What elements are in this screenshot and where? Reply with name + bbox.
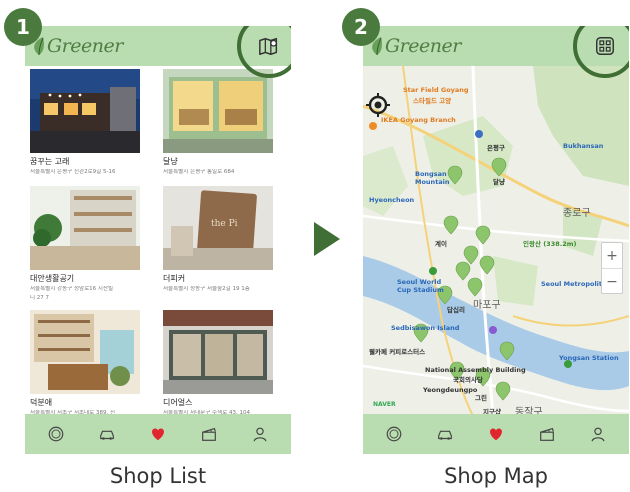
shop-address-overflow: 디 27 7: [30, 295, 50, 301]
top-bar: Greener: [25, 26, 291, 78]
map-label: 종로구: [563, 208, 591, 219]
zoom-control: + −: [601, 242, 623, 294]
shop-grid: 꿈꾸는 고래 서울특별시 은평구 진관2로9길 5-16 달냥 서울특별시 은평…: [25, 66, 291, 416]
map-label: 웰카페 커피로스터스: [369, 348, 426, 356]
map-label: IKEA Goyang Branch: [381, 116, 456, 124]
heart-icon: [490, 428, 502, 441]
nav-car[interactable]: [435, 424, 455, 444]
map-label: Star Field Goyang: [403, 86, 469, 94]
shop-list-screen: Greener 꿈꾸는 고래 서울특별시 은평구 진관2로9길 5-16 달냥 …: [25, 26, 291, 454]
person-icon: [591, 427, 605, 442]
grid-icon: [596, 37, 614, 55]
current-location-button[interactable]: [365, 92, 391, 118]
shop-card[interactable]: 대안생활공기 서울특별시 강동구 성암로16 지산빌 디 27 7: [30, 186, 140, 302]
heart-icon: [152, 428, 164, 441]
map-label: 스타필드 고양: [413, 97, 452, 105]
shop-photo: [163, 69, 273, 153]
svg-text:the Pi: the Pi: [211, 219, 238, 229]
nav-favorites[interactable]: [148, 424, 168, 444]
clapperboard-icon: [539, 427, 554, 441]
logo-text: Greener: [47, 35, 123, 57]
nav-profile[interactable]: [588, 424, 608, 444]
map-label: 인왕산 (338.2m): [523, 240, 577, 248]
map-label: National Assembly Building: [425, 366, 526, 374]
top-bar: Greener: [363, 26, 629, 78]
app-logo[interactable]: Greener: [31, 32, 123, 60]
nav-recycle-coin[interactable]: [384, 424, 404, 444]
nav-recycle-coin[interactable]: [46, 424, 66, 444]
shop-map-screen: Greener Star Field Goyang 스타필드 고양 IKEA G…: [363, 26, 629, 454]
folded-map-pin-icon: [259, 37, 278, 55]
shop-name: 대안생활공기: [30, 274, 75, 283]
map-label: Sedbisawon Island: [391, 324, 460, 332]
person-icon: [253, 427, 267, 442]
car-icon: [100, 430, 115, 440]
shop-photo: [30, 186, 140, 270]
shop-card[interactable]: 달냥 서울특별시 은평구 통일로 684: [163, 69, 273, 176]
map-label: Hyeoncheon: [369, 196, 415, 204]
shop-card[interactable]: 덕분애 서울특별시 서초구 서초대로 389, 진: [30, 310, 140, 417]
shop-name: 달냥: [163, 157, 178, 166]
shop-address: 서울특별시 강동구 성암로16 지산빌: [30, 286, 114, 292]
map-label: 그린: [475, 394, 487, 402]
caption-shop-list: Shop List: [109, 464, 207, 488]
map-label: 마포구: [473, 300, 501, 311]
map-label: Mountain: [415, 178, 450, 186]
map-view[interactable]: Star Field Goyang 스타필드 고양 IKEA Goyang Br…: [363, 66, 629, 416]
shop-photo: [30, 310, 140, 394]
caption-shop-map: Shop Map: [444, 464, 548, 488]
zoom-in-button[interactable]: +: [602, 243, 622, 269]
recycle-coin-icon: [49, 426, 64, 442]
nav-events[interactable]: [537, 424, 557, 444]
logo-text: Greener: [385, 35, 461, 57]
shop-photo: [163, 310, 273, 394]
shop-name: 더피커: [163, 274, 186, 283]
map-label: 은평구: [487, 144, 505, 152]
app-showcase: 1 Greener 꿈꾸는 고래 서울특별시 은평구 진관2로9길 5-16 달…: [0, 0, 630, 492]
map-label: 계이: [435, 240, 447, 248]
shop-card[interactable]: 꿈꾸는 고래 서울특별시 은평구 진관2로9길 5-16: [30, 69, 140, 176]
shop-address: 서울특별시 은평구 통일로 684: [163, 169, 235, 175]
app-logo[interactable]: Greener: [369, 32, 461, 60]
shop-card[interactable]: the Pi 더피커 서울특별시 성동구 서울숲2길 19 1층: [163, 186, 273, 293]
nav-car[interactable]: [97, 424, 117, 444]
flow-arrow: [314, 222, 340, 256]
bottom-nav: [25, 414, 291, 454]
crosshair-icon: [366, 93, 390, 117]
bottom-nav: [363, 414, 629, 454]
shop-address: 서울특별시 성동구 서울숲2길 19 1층: [163, 286, 250, 292]
nav-profile[interactable]: [250, 424, 270, 444]
shop-name: 꿈꾸는 고래: [30, 157, 70, 166]
map-label: 달냥: [493, 178, 505, 186]
shop-name: 디어얼스: [163, 398, 193, 407]
map-label: Yeongdeungpo: [423, 386, 478, 394]
shop-photo: the Pi: [163, 186, 273, 270]
map-label: 답십리: [447, 306, 465, 314]
step-badge-1: 1: [4, 8, 42, 46]
map-label: Seoul World: [397, 278, 442, 286]
shop-name: 덕분애: [30, 398, 53, 407]
recycle-coin-icon: [387, 426, 402, 442]
map-label: Seoul Metropolit: [541, 280, 603, 288]
shop-photo: [30, 69, 140, 153]
zoom-out-button[interactable]: −: [602, 269, 622, 295]
nav-events[interactable]: [199, 424, 219, 444]
shop-card[interactable]: 디어얼스 서울특별시 서대문구 수색로 43, 104: [163, 310, 273, 417]
map-provider-logo: NAVER: [373, 401, 396, 408]
car-icon: [438, 430, 453, 440]
map-label: Cup Stadium: [397, 286, 444, 294]
step-badge-2: 2: [342, 8, 380, 46]
nav-favorites[interactable]: [486, 424, 506, 444]
map-label: Bongsan: [415, 170, 447, 178]
clapperboard-icon: [201, 427, 216, 441]
shop-address: 서울특별시 은평구 진관2로9길 5-16: [30, 169, 116, 175]
map-label: 국회의사당: [453, 376, 483, 384]
map-label: Bukhansan: [563, 142, 604, 150]
map-label: Yongsan Station: [559, 354, 619, 362]
